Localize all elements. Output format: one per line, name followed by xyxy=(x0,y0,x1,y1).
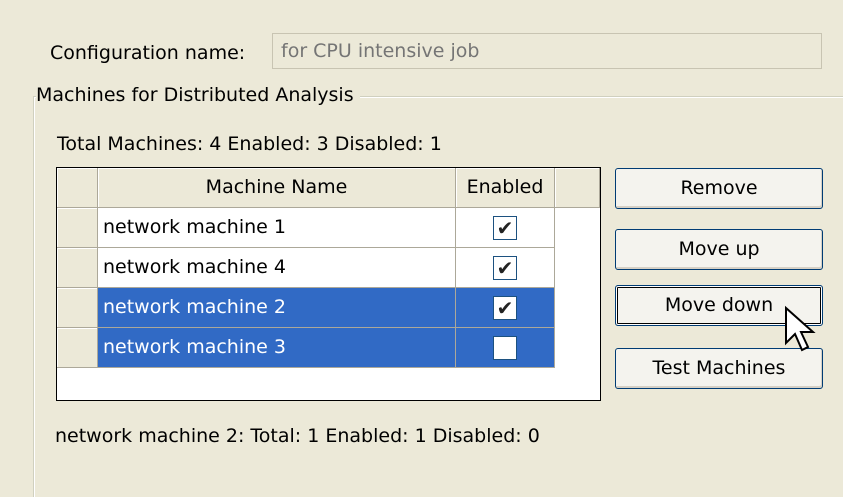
machine-totals: Total Machines: 4 Enabled: 3 Disabled: 1 xyxy=(57,133,442,155)
machine-name-cell[interactable]: network machine 3 xyxy=(98,328,456,368)
disabled-checkbox[interactable] xyxy=(493,336,517,360)
enabled-cell[interactable]: ✔ xyxy=(456,288,555,328)
selection-status: network machine 2: Total: 1 Enabled: 1 D… xyxy=(55,425,540,447)
corner-header xyxy=(57,168,98,208)
enabled-checkbox[interactable]: ✔ xyxy=(493,216,517,240)
row-header[interactable] xyxy=(57,208,98,248)
configuration-name-label: Configuration name: xyxy=(50,42,246,64)
column-header-machine-name[interactable]: Machine Name xyxy=(98,168,456,208)
mouse-pointer-icon xyxy=(785,305,816,352)
row-header[interactable] xyxy=(57,248,98,288)
enabled-cell[interactable]: ✔ xyxy=(456,248,555,288)
column-header-blank xyxy=(555,168,600,208)
machines-grid[interactable]: Machine Name Enabled network machine 1 ✔… xyxy=(56,167,601,401)
enabled-cell[interactable] xyxy=(456,328,555,368)
enabled-checkbox[interactable]: ✔ xyxy=(493,256,517,280)
remove-button[interactable]: Remove xyxy=(615,168,823,209)
enabled-checkbox[interactable]: ✔ xyxy=(493,296,517,320)
machine-name-cell[interactable]: network machine 2 xyxy=(98,288,456,328)
row-header[interactable] xyxy=(57,328,98,368)
machine-name-cell[interactable]: network machine 4 xyxy=(98,248,456,288)
enabled-cell[interactable]: ✔ xyxy=(456,208,555,248)
group-title: Machines for Distributed Analysis xyxy=(36,84,360,106)
machine-name-cell[interactable]: network machine 1 xyxy=(98,208,456,248)
configuration-name-input[interactable] xyxy=(272,33,822,69)
move-up-button[interactable]: Move up xyxy=(615,229,823,270)
column-header-enabled[interactable]: Enabled xyxy=(456,168,555,208)
row-header[interactable] xyxy=(57,288,98,328)
